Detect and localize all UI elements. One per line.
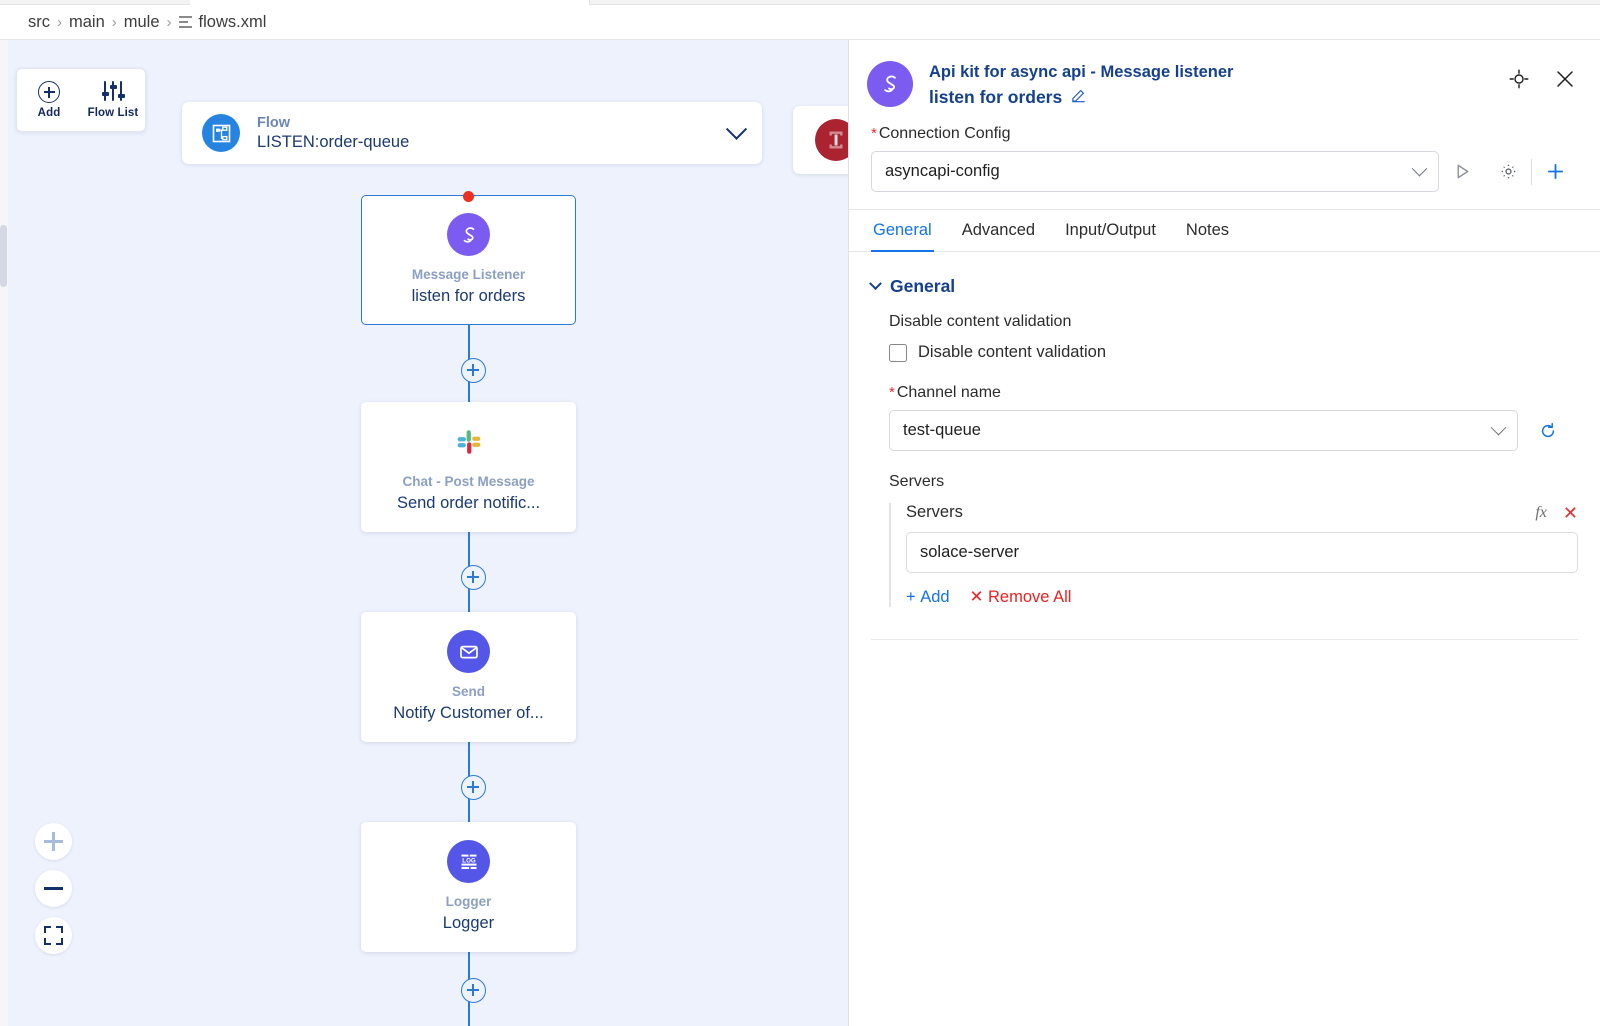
connection-config-label: * Connection Config [871, 125, 1011, 143]
flow-list-button-label: Flow List [87, 107, 139, 119]
solace-icon [867, 61, 913, 107]
tab-input-output[interactable]: Input/Output [1063, 210, 1158, 252]
add-button-label: Add [37, 107, 61, 119]
disable-validation-checkbox-label: Disable content validation [918, 343, 1107, 362]
plus-icon [44, 832, 63, 851]
flow-header-kind: Flow [257, 114, 291, 131]
flow-icon [202, 114, 240, 152]
required-asterisk: * [889, 384, 895, 402]
tab-notes[interactable]: Notes [1184, 210, 1231, 252]
add-component-button[interactable] [461, 565, 486, 590]
panel-subtitle: Api kit for async api - Message listener [929, 63, 1234, 81]
fit-screen-icon [44, 926, 63, 945]
channel-name-select[interactable]: test-queue [889, 410, 1518, 452]
disable-validation-label: Disable content validation [889, 313, 1072, 331]
flow-node-logger[interactable]: LOG Logger Logger [361, 822, 576, 952]
add-button[interactable]: Add [21, 81, 77, 119]
add-component-button[interactable] [461, 358, 486, 383]
focus-target-icon[interactable] [1509, 69, 1529, 89]
edit-icon[interactable] [1071, 86, 1086, 109]
flow-header-bar[interactable]: Flow LISTEN:order-queue [182, 102, 762, 164]
fx-expression-icon[interactable]: fx [1535, 504, 1547, 522]
plus-circle-icon [38, 81, 60, 103]
solace-icon [447, 213, 490, 257]
mule-flow-designer: src › main › mule › flows.xml Flow LISTE… [0, 0, 1600, 1026]
general-tab-content: General Disable content validation Disab… [849, 252, 1600, 641]
general-section-toggle[interactable]: General [869, 276, 1578, 297]
tab-advanced[interactable]: Advanced [960, 210, 1037, 252]
breadcrumb-separator-icon: › [57, 13, 62, 31]
sliders-icon [101, 81, 125, 103]
flow-node-chat-post-message[interactable]: Chat - Post Message Send order notific..… [361, 402, 576, 532]
close-icon[interactable] [1555, 69, 1575, 89]
breadcrumb-item-mule[interactable]: mule [124, 13, 160, 32]
breadcrumb-file-name[interactable]: flows.xml [199, 13, 267, 32]
node-name-label: Notify Customer of... [393, 704, 544, 723]
canvas-toolbar: Add Flow List [16, 68, 146, 132]
breadcrumb: src › main › mule › flows.xml [0, 5, 1600, 40]
disable-validation-checkbox-row[interactable]: Disable content validation [889, 343, 1578, 362]
breadcrumb-separator-icon: › [111, 13, 117, 31]
panel-header: Api kit for async api - Message listener… [849, 40, 1600, 125]
chevron-down-icon [1490, 420, 1507, 436]
remove-all-servers-button[interactable]: ✕ Remove All [970, 587, 1072, 607]
chevron-down-icon [1411, 161, 1428, 177]
node-error-indicator-icon [463, 191, 474, 202]
slack-icon [447, 420, 490, 463]
properties-panel: Api kit for async api - Message listener… [848, 40, 1600, 1026]
minus-icon [44, 887, 63, 890]
add-component-button[interactable] [461, 978, 486, 1003]
disable-validation-checkbox[interactable] [889, 343, 907, 362]
node-type-label: Message Listener [411, 267, 526, 283]
general-section-title: General [890, 276, 956, 297]
vertical-scrollbar[interactable] [0, 225, 7, 287]
servers-input[interactable]: solace-server [906, 532, 1578, 574]
node-type-label: Chat - Post Message [402, 474, 535, 490]
chevron-down-icon [869, 277, 882, 291]
breadcrumb-item-src[interactable]: src [28, 13, 50, 32]
test-connection-button[interactable] [1439, 151, 1485, 192]
panel-title: listen for orders [929, 86, 1063, 107]
refresh-icon[interactable] [1518, 410, 1578, 451]
required-asterisk: * [871, 125, 877, 143]
breadcrumb-item-main[interactable]: main [69, 13, 105, 32]
servers-item-label: Servers [906, 503, 963, 522]
flow-list-button[interactable]: Flow List [85, 81, 141, 119]
flow-collapse-chevron-icon[interactable] [725, 118, 748, 140]
divider [871, 639, 1578, 641]
servers-label: Servers [889, 473, 945, 491]
connection-config-select[interactable]: asyncapi-config [871, 151, 1439, 193]
zoom-in-button[interactable] [35, 823, 72, 860]
add-component-button[interactable] [461, 775, 486, 800]
add-config-button[interactable] [1532, 151, 1578, 192]
channel-name-label: * Channel name [889, 384, 1001, 402]
connection-config-section: * Connection Config asyncapi-config [849, 125, 1600, 193]
zoom-controls [35, 823, 72, 964]
node-type-label: Logger [445, 894, 492, 910]
add-server-button[interactable]: + Add [906, 588, 950, 607]
xml-file-icon [178, 16, 192, 28]
flow-node-message-listener[interactable]: Message Listener listen for orders [361, 191, 576, 325]
breadcrumb-separator-icon: › [166, 13, 172, 31]
remove-server-icon[interactable]: ✕ [1563, 504, 1578, 522]
servers-input-value: solace-server [920, 543, 1020, 562]
gear-icon[interactable] [1485, 151, 1531, 192]
logger-icon: LOG [447, 840, 490, 884]
email-icon [447, 630, 490, 674]
canvas-gutter [0, 40, 8, 1026]
flow-header-name: LISTEN:order-queue [257, 132, 410, 151]
fit-to-screen-button[interactable] [35, 917, 72, 954]
svg-text:LOG: LOG [462, 857, 476, 864]
zoom-out-button[interactable] [35, 870, 72, 907]
flow-node-send[interactable]: Send Notify Customer of... [361, 612, 576, 742]
channel-name-value: test-queue [903, 421, 981, 440]
tab-general[interactable]: General [871, 210, 934, 253]
node-name-label: Logger [442, 914, 495, 933]
node-name-label: Send order notific... [396, 494, 541, 513]
node-name-label: listen for orders [411, 287, 526, 306]
node-type-label: Send [451, 684, 485, 700]
servers-repeatable-group: Servers fx ✕ solace-server + Add ✕ Remov… [889, 503, 1578, 608]
panel-tabs: General Advanced Input/Output Notes [849, 210, 1600, 253]
connection-config-value: asyncapi-config [885, 162, 1000, 181]
